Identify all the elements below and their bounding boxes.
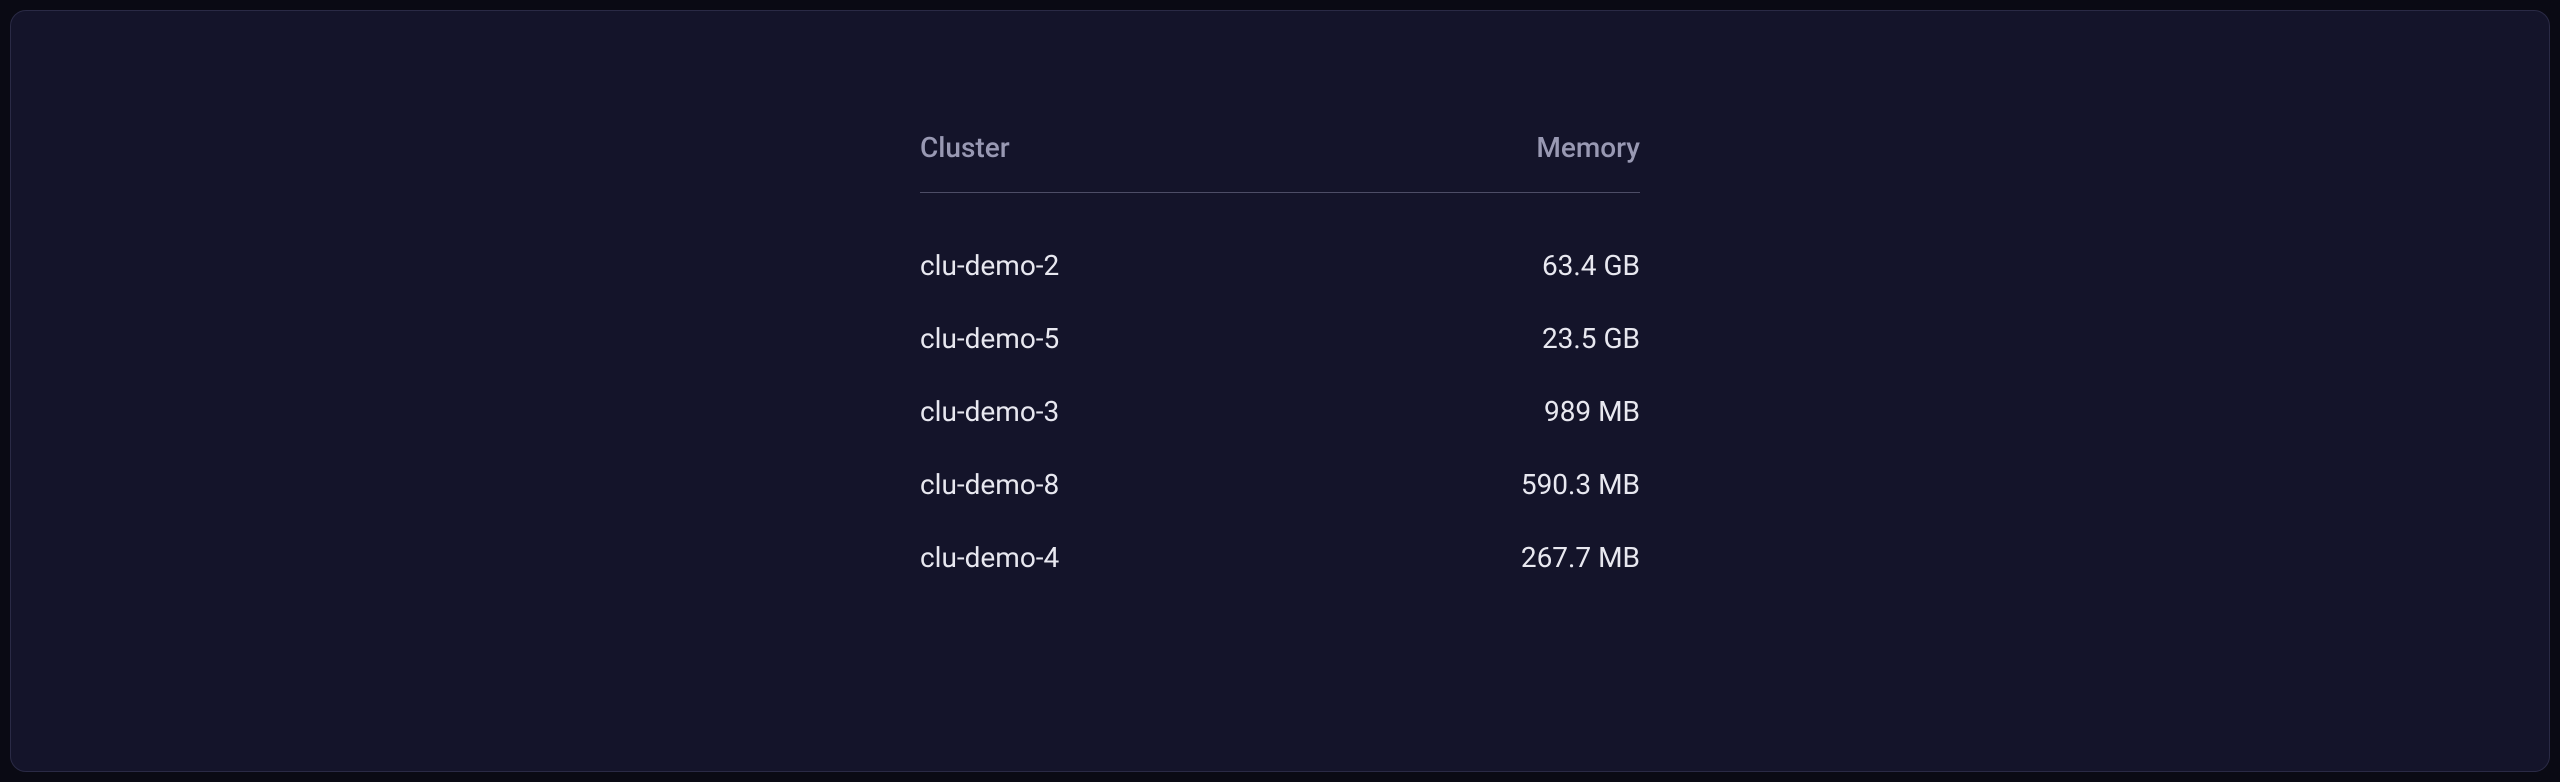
table-row: clu-demo-4 267.7 MB	[920, 521, 1640, 594]
memory-value: 590.3 MB	[1521, 468, 1640, 501]
cluster-name: clu-demo-3	[920, 395, 1059, 428]
memory-value: 267.7 MB	[1521, 541, 1640, 574]
table-body: clu-demo-2 63.4 GB clu-demo-5 23.5 GB cl…	[920, 193, 1640, 594]
table-header-row: Cluster Memory	[920, 131, 1640, 193]
main-panel: Cluster Memory clu-demo-2 63.4 GB clu-de…	[10, 10, 2550, 772]
table-row: clu-demo-5 23.5 GB	[920, 302, 1640, 375]
cluster-name: clu-demo-2	[920, 249, 1059, 282]
table-row: clu-demo-2 63.4 GB	[920, 229, 1640, 302]
memory-value: 23.5 GB	[1542, 322, 1640, 355]
cluster-name: clu-demo-8	[920, 468, 1059, 501]
cluster-memory-table: Cluster Memory clu-demo-2 63.4 GB clu-de…	[920, 131, 1640, 594]
memory-value: 989 MB	[1544, 395, 1640, 428]
column-header-cluster: Cluster	[920, 131, 1010, 164]
cluster-name: clu-demo-4	[920, 541, 1059, 574]
table-row: clu-demo-8 590.3 MB	[920, 448, 1640, 521]
column-header-memory: Memory	[1536, 131, 1640, 164]
table-row: clu-demo-3 989 MB	[920, 375, 1640, 448]
memory-value: 63.4 GB	[1542, 249, 1640, 282]
cluster-name: clu-demo-5	[920, 322, 1059, 355]
